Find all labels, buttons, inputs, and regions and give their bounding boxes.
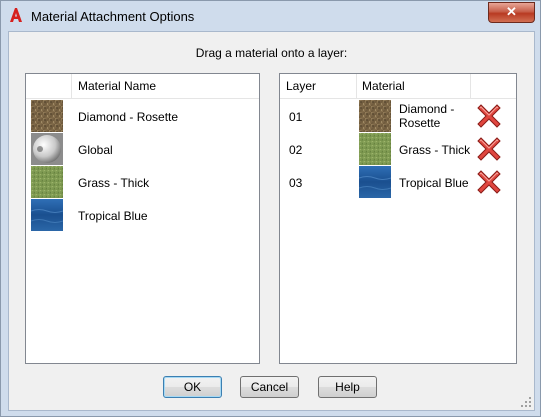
- diamond-rosette-thumbnail: [359, 100, 391, 132]
- red-x-icon[interactable]: [474, 134, 504, 164]
- title-bar[interactable]: Material Attachment Options ✕: [1, 1, 540, 31]
- material-name: Global: [78, 143, 113, 157]
- material-name: Tropical Blue: [399, 176, 469, 190]
- layer-number: 01: [289, 110, 303, 124]
- global-sphere-thumbnail: [31, 133, 63, 165]
- window-title: Material Attachment Options: [31, 9, 195, 24]
- material-name: Grass - Thick: [399, 143, 471, 157]
- dialog-window: Material Attachment Options ✕ Drag a mat…: [0, 0, 541, 417]
- material-name-line2: Rosette: [399, 116, 441, 130]
- cancel-button[interactable]: Cancel: [240, 376, 299, 398]
- material-name: Grass - Thick: [78, 176, 150, 190]
- layers-list-header: Layer Material: [280, 74, 516, 99]
- instruction-text: Drag a material onto a layer:: [195, 46, 348, 60]
- tropical-blue-thumbnail: [359, 166, 391, 198]
- grass-thick-thumbnail: [359, 133, 391, 165]
- diamond-rosette-thumbnail: [31, 100, 63, 132]
- materials-list[interactable]: Material Name Diamond - Rosette Global G…: [25, 73, 260, 364]
- column-separator[interactable]: [356, 74, 357, 98]
- material-name: Tropical Blue: [78, 209, 148, 223]
- layer-column-header[interactable]: Layer: [286, 74, 316, 98]
- material-name: Diamond - Rosette: [78, 110, 179, 124]
- autocad-app-icon: [10, 8, 22, 22]
- red-x-icon[interactable]: [474, 101, 504, 131]
- materials-list-header: Material Name: [26, 74, 259, 99]
- close-button[interactable]: ✕: [488, 2, 535, 23]
- resize-grip-icon[interactable]: [520, 396, 532, 408]
- layers-list[interactable]: Layer Material 01 Diamond - Rosette 02 G…: [279, 73, 517, 364]
- column-separator[interactable]: [71, 74, 72, 98]
- material-name-line1: Diamond -: [399, 102, 455, 116]
- help-button[interactable]: Help: [318, 376, 377, 398]
- dialog-client-area: Drag a material onto a layer: Material N…: [8, 31, 535, 411]
- ok-button[interactable]: OK: [163, 376, 222, 398]
- column-separator[interactable]: [470, 74, 471, 98]
- material-name-column-header[interactable]: Material Name: [78, 74, 156, 98]
- layer-number: 02: [289, 143, 303, 157]
- material-column-header[interactable]: Material: [362, 74, 405, 98]
- red-x-icon[interactable]: [474, 167, 504, 197]
- layer-number: 03: [289, 176, 303, 190]
- grass-thick-thumbnail: [31, 166, 63, 198]
- tropical-blue-thumbnail: [31, 199, 63, 231]
